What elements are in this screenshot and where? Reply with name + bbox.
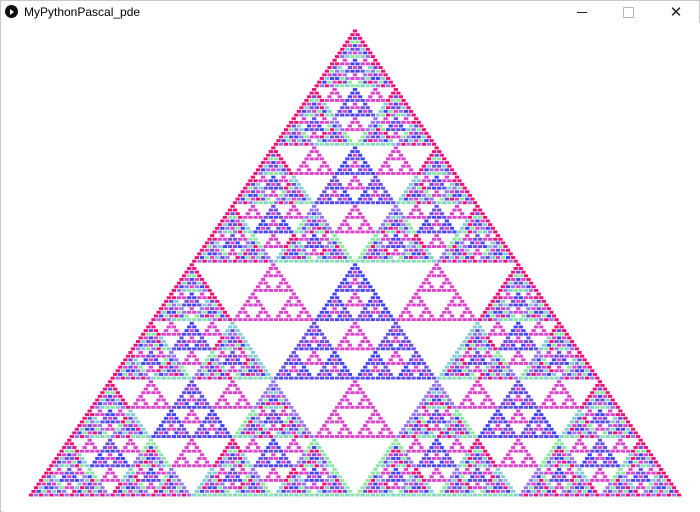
maximize-icon xyxy=(622,6,634,18)
pascal-cells xyxy=(28,29,682,497)
minimize-button[interactable] xyxy=(559,1,605,23)
window-title: MyPythonPascal_pde xyxy=(24,5,141,19)
close-button[interactable]: ✕ xyxy=(653,1,699,23)
pascal-triangle-drawing xyxy=(28,29,682,497)
sketch-canvas[interactable] xyxy=(2,23,700,512)
title-bar[interactable]: MyPythonPascal_pde ✕ xyxy=(1,1,699,23)
maximize-button[interactable] xyxy=(605,1,651,23)
minimize-icon xyxy=(577,11,587,13)
close-icon: ✕ xyxy=(669,3,683,21)
processing-app-icon xyxy=(5,5,18,18)
app-window: MyPythonPascal_pde ✕ xyxy=(0,0,700,512)
